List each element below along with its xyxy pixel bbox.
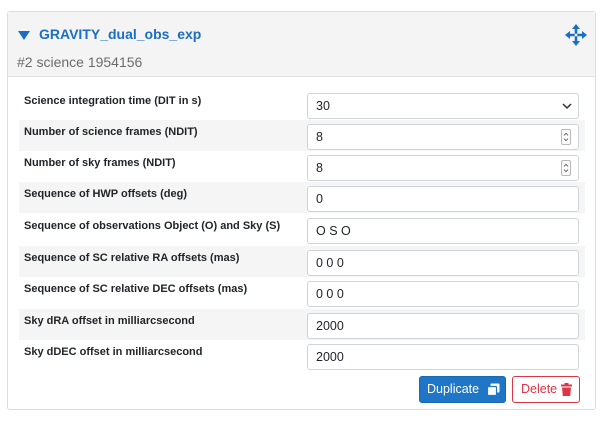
sky-ddec-input[interactable]: 2000 (307, 344, 579, 370)
field-label: Number of sky frames (NDIT) (24, 157, 176, 169)
template-subtitle: #2 science 1954156 (17, 54, 143, 70)
row-sky-ddec: Sky dDEC offset in milliarcsecond 2000 (19, 340, 585, 371)
dec-offsets-input[interactable]: 0 0 0 (307, 281, 579, 307)
chevron-down-icon (562, 103, 572, 110)
hwp-offsets-input[interactable]: 0 (307, 186, 579, 212)
field-label: Sky dRA offset in milliarcsecond (24, 315, 195, 327)
copy-icon (487, 383, 500, 396)
field-value: 8 (316, 130, 323, 144)
field-value: 30 (316, 99, 330, 113)
field-label: Sequence of observations Object (O) and … (24, 220, 281, 232)
card-header: GRAVITY_dual_obs_exp #2 science 1954156 (8, 12, 595, 77)
obs-sequence-input[interactable]: O S O (307, 218, 579, 244)
row-dec-offsets: Sequence of SC relative DEC offsets (mas… (19, 277, 585, 308)
field-value: 8 (316, 161, 323, 175)
sky-dra-input[interactable]: 2000 (307, 313, 579, 339)
field-label: Number of science frames (NDIT) (24, 126, 198, 138)
duplicate-button[interactable]: Duplicate (419, 376, 506, 403)
row-sky-dra: Sky dRA offset in milliarcsecond 2000 (19, 309, 585, 340)
row-hwp-offsets: Sequence of HWP offsets (deg) 0 (19, 182, 585, 213)
dit-select[interactable]: 30 (307, 93, 579, 119)
spinner-icon[interactable] (561, 129, 571, 145)
field-label: Sequence of SC relative RA offsets (mas) (24, 252, 240, 264)
ra-offsets-input[interactable]: 0 0 0 (307, 250, 579, 276)
field-label: Sequence of SC relative DEC offsets (mas… (24, 283, 248, 295)
sky-ndit-input[interactable]: 8 (307, 155, 579, 181)
move-arrows-icon[interactable] (565, 24, 587, 46)
duplicate-label: Duplicate (427, 382, 480, 396)
template-title[interactable]: GRAVITY_dual_obs_exp (39, 24, 201, 44)
trash-icon (561, 383, 572, 396)
field-label: Sky dDEC offset in milliarcsecond (24, 346, 203, 358)
delete-button[interactable]: Delete (512, 376, 580, 403)
spinner-icon[interactable] (561, 160, 571, 176)
template-card: GRAVITY_dual_obs_exp #2 science 1954156 … (7, 11, 596, 410)
row-obs-sequence: Sequence of observations Object (O) and … (19, 214, 585, 245)
row-dit: Science integration time (DIT in s) 30 (19, 89, 585, 120)
delete-label: Delete (521, 382, 558, 396)
field-label: Sequence of HWP offsets (deg) (24, 188, 187, 200)
science-ndit-input[interactable]: 8 (307, 124, 579, 150)
row-ra-offsets: Sequence of SC relative RA offsets (mas)… (19, 246, 585, 277)
caret-down-icon[interactable] (17, 30, 31, 42)
row-sky-ndit: Number of sky frames (NDIT) 8 (19, 151, 585, 182)
row-science-ndit: Number of science frames (NDIT) 8 (19, 120, 585, 151)
field-label: Science integration time (DIT in s) (24, 95, 202, 107)
